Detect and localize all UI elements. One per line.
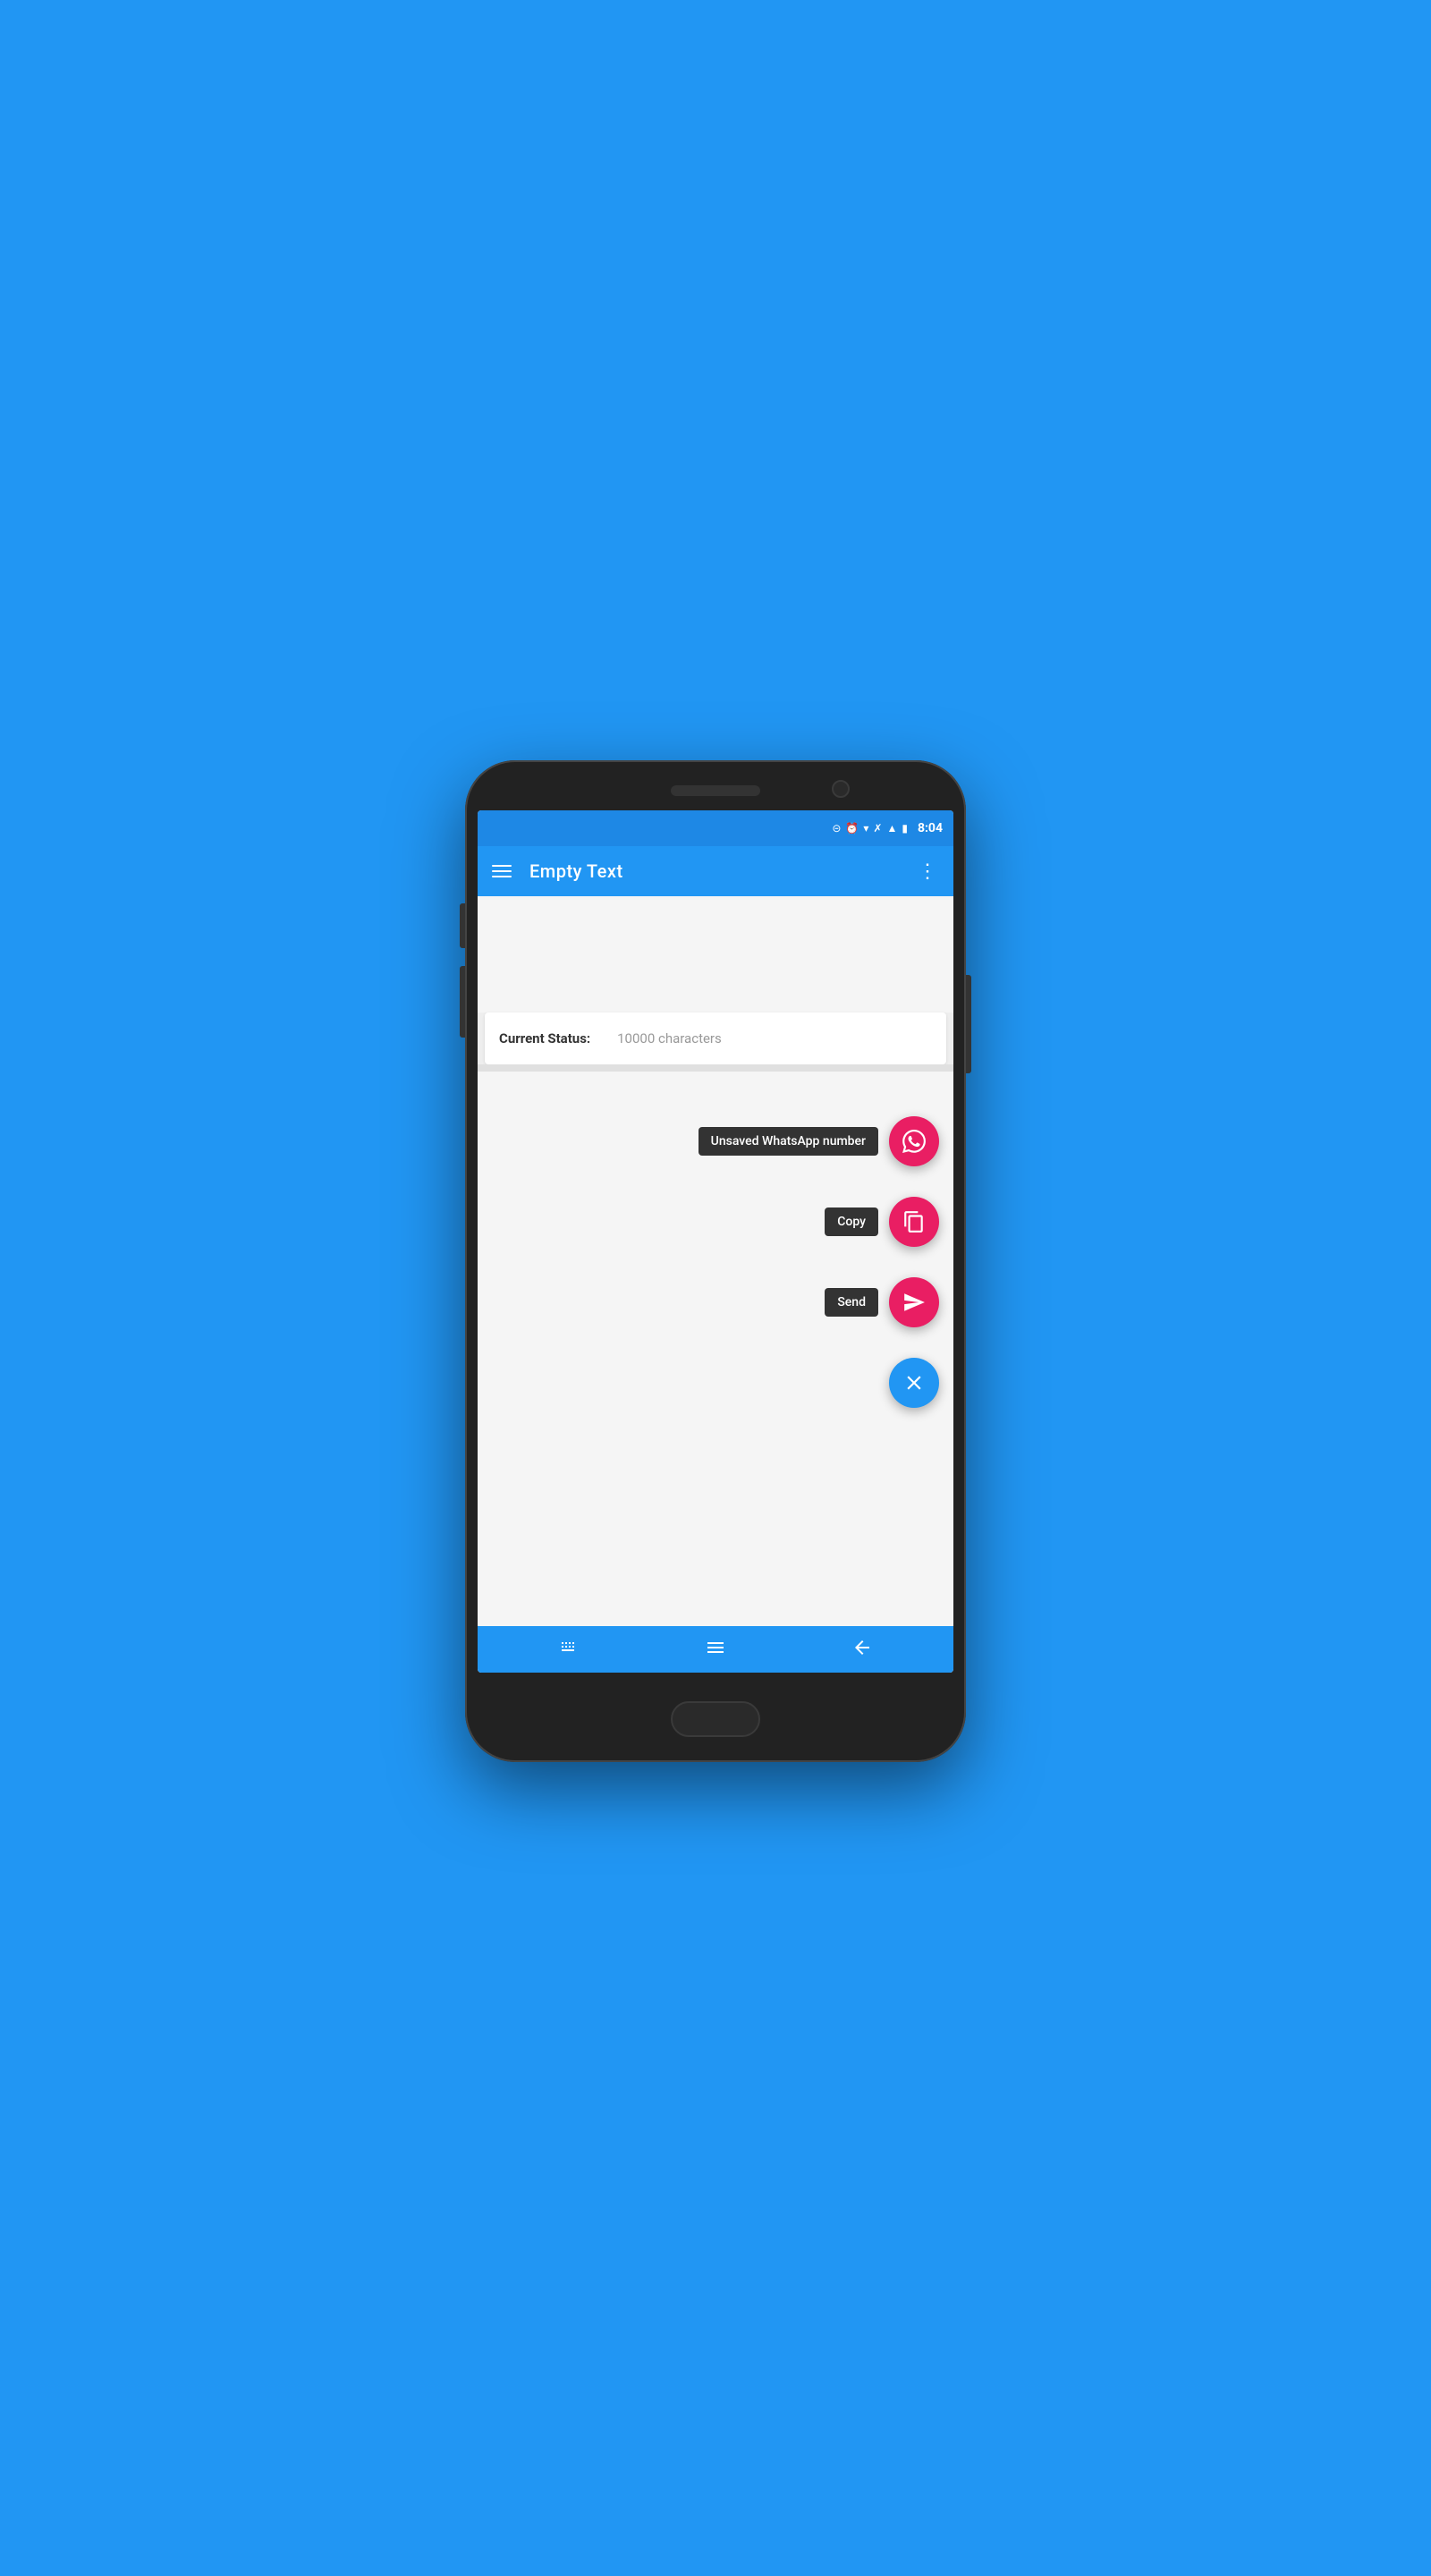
separator xyxy=(478,1064,953,1072)
power-button xyxy=(966,975,971,1073)
status-value: 10000 characters xyxy=(617,1030,722,1046)
close-fab-row xyxy=(889,1358,939,1408)
back-nav-icon[interactable] xyxy=(851,1637,873,1663)
close-icon xyxy=(902,1371,926,1394)
home-icon xyxy=(705,1637,726,1658)
copy-fab-button[interactable] xyxy=(889,1197,939,1247)
phone-camera xyxy=(832,780,850,798)
status-bar: ⊝ ⏰ ▾ ✗ ▲ ▮ 8:04 xyxy=(478,810,953,846)
send-icon xyxy=(902,1291,926,1314)
menu-line-1 xyxy=(492,865,512,867)
text-input-area[interactable] xyxy=(478,896,953,1013)
volume-down-button xyxy=(460,966,465,1038)
signal-x-icon: ✗ xyxy=(873,822,882,835)
status-card: Current Status: 10000 characters xyxy=(485,1013,946,1064)
send-fab-button[interactable] xyxy=(889,1277,939,1327)
menu-line-2 xyxy=(492,870,512,872)
overflow-menu-button[interactable]: ⋮ xyxy=(918,860,939,883)
phone-body: ⊝ ⏰ ▾ ✗ ▲ ▮ 8:04 E xyxy=(465,760,966,1762)
app-title: Empty Text xyxy=(529,860,918,882)
phone-wrapper: ⊝ ⏰ ▾ ✗ ▲ ▮ 8:04 E xyxy=(465,760,966,1762)
wifi-icon: ▾ xyxy=(863,822,868,835)
signal-icon: ▲ xyxy=(886,822,897,835)
keyboard-nav-icon[interactable] xyxy=(558,1637,580,1663)
phone-speaker xyxy=(671,785,760,796)
keyboard-icon xyxy=(558,1637,580,1658)
menu-nav-icon[interactable] xyxy=(705,1637,726,1663)
copy-fab-label: Copy xyxy=(825,1208,878,1236)
mute-icon: ⊝ xyxy=(832,822,841,835)
content-area: Current Status: 10000 characters Unsaved… xyxy=(478,896,953,1673)
close-fab-button[interactable] xyxy=(889,1358,939,1408)
whatsapp-fab-row: Unsaved WhatsApp number xyxy=(699,1116,939,1166)
volume-up-button xyxy=(460,903,465,948)
phone-screen: ⊝ ⏰ ▾ ✗ ▲ ▮ 8:04 E xyxy=(478,810,953,1673)
copy-icon xyxy=(902,1210,926,1233)
battery-icon: ▮ xyxy=(902,822,908,835)
status-label: Current Status: xyxy=(499,1030,590,1046)
menu-button[interactable] xyxy=(492,865,512,877)
send-fab-label: Send xyxy=(825,1288,878,1317)
whatsapp-icon xyxy=(902,1130,926,1153)
send-fab-row: Send xyxy=(825,1277,939,1327)
back-icon xyxy=(851,1637,873,1658)
alarm-icon: ⏰ xyxy=(845,822,859,835)
status-icons: ⊝ ⏰ ▾ ✗ ▲ ▮ 8:04 xyxy=(832,821,943,835)
bottom-navigation xyxy=(478,1626,953,1673)
menu-line-3 xyxy=(492,876,512,877)
whatsapp-fab-button[interactable] xyxy=(889,1116,939,1166)
copy-fab-row: Copy xyxy=(825,1197,939,1247)
time-display: 8:04 xyxy=(918,821,943,835)
toolbar: Empty Text ⋮ xyxy=(478,846,953,896)
whatsapp-fab-label: Unsaved WhatsApp number xyxy=(699,1127,878,1156)
fab-area: Unsaved WhatsApp number Copy xyxy=(478,1072,953,1626)
home-button[interactable] xyxy=(671,1701,760,1737)
